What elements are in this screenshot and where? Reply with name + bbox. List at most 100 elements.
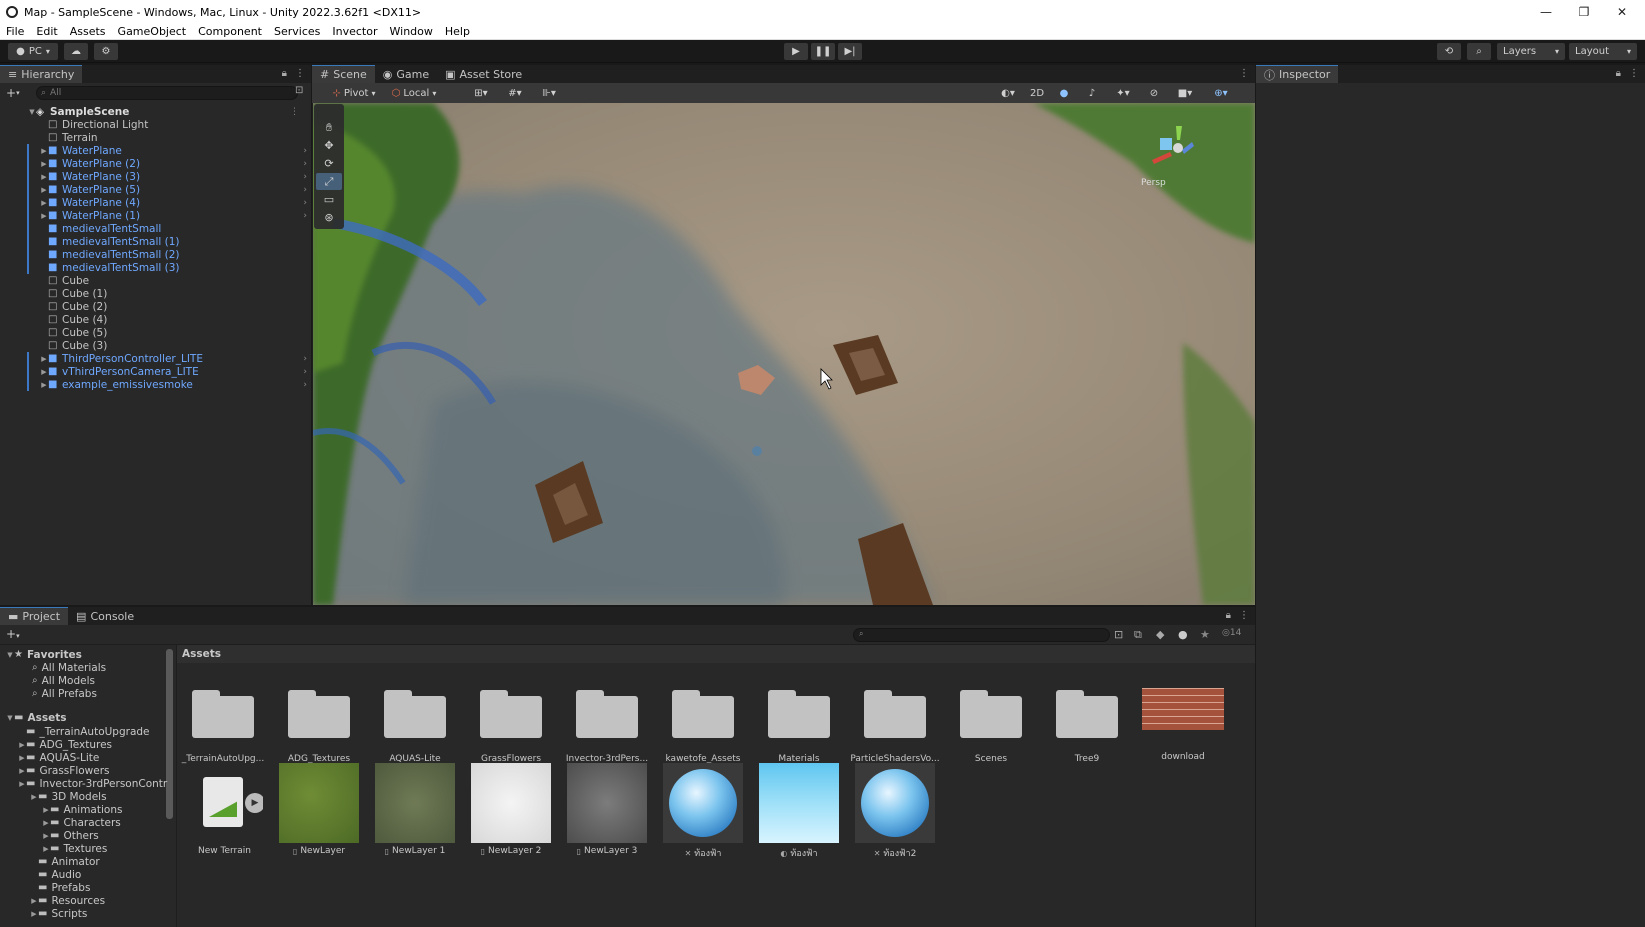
- tab-console[interactable]: ▤ Console: [68, 607, 142, 625]
- asset-item[interactable]: ✕ ท้องฟ้า2: [850, 763, 940, 860]
- scene-viewport[interactable]: Persp: [313, 103, 1255, 605]
- tab-project[interactable]: ▬ Project: [0, 607, 69, 625]
- menu-component[interactable]: Component: [192, 25, 268, 38]
- rotate-tool-button[interactable]: ⟳: [316, 155, 342, 172]
- expand-arrow-icon[interactable]: ▶: [30, 910, 38, 918]
- folder-tree-item[interactable]: ▶ ▬ ADG_Textures: [18, 738, 112, 751]
- folder-tree-item[interactable]: ▬ Animator: [30, 855, 100, 868]
- folder-tree-item[interactable]: ▶ ▬ Scripts: [30, 907, 87, 920]
- more-icon[interactable]: ⋮: [1239, 610, 1249, 621]
- hierarchy-item[interactable]: □ Cube (4): [0, 313, 311, 326]
- expand-arrow-icon[interactable]: ▶: [18, 754, 26, 762]
- chevron-right-icon[interactable]: ›: [303, 198, 307, 208]
- expand-arrow-icon[interactable]: ▼: [28, 108, 36, 116]
- rect-tool-button[interactable]: ▭: [316, 191, 342, 208]
- hierarchy-item[interactable]: ▶ ■ WaterPlane (4) ›: [0, 196, 311, 209]
- more-icon[interactable]: ⋮: [295, 68, 305, 79]
- hidden-packages-count[interactable]: ◎14: [1222, 628, 1241, 638]
- more-icon[interactable]: ⋮: [1239, 68, 1249, 79]
- folder-tree-item[interactable]: ▶ ▬ Invector-3rdPersonContr: [18, 777, 167, 790]
- 2d-toggle[interactable]: 2D: [1026, 85, 1048, 102]
- hierarchy-item[interactable]: ▶ ■ WaterPlane ›: [0, 144, 311, 157]
- tree-scrollbar[interactable]: [166, 649, 173, 819]
- asset-folder[interactable]: kawetofe_Assets: [658, 690, 748, 764]
- draw-mode-button[interactable]: ◐▾: [994, 85, 1022, 102]
- persp-label[interactable]: Persp: [1141, 178, 1166, 188]
- asset-item[interactable]: ◐ ท้องฟ้า: [754, 763, 844, 860]
- layout-dropdown[interactable]: Layout ▾: [1569, 43, 1637, 60]
- scale-tool-button[interactable]: ⤢: [316, 173, 342, 190]
- play-button[interactable]: ▶: [784, 43, 808, 60]
- menu-gameobject[interactable]: GameObject: [112, 25, 193, 38]
- folder-tree-item[interactable]: ▶ ▬ AQUAS-Lite: [18, 751, 99, 764]
- folder-tree-item[interactable]: ▶ ▬ Others: [42, 829, 98, 842]
- folder-tree-item[interactable]: ▶ ▬ Resources: [30, 894, 105, 907]
- hierarchy-item[interactable]: ■ medievalTentSmall (1): [0, 235, 311, 248]
- pivot-dropdown[interactable]: ⊹ Pivot ▾: [326, 85, 382, 102]
- lock-icon[interactable]: 🔒︎: [282, 68, 287, 79]
- expand-arrow-icon[interactable]: ▶: [40, 173, 48, 181]
- layers-dropdown[interactable]: Layers ▾: [1497, 43, 1565, 60]
- expand-arrow-icon[interactable]: ▶: [40, 147, 48, 155]
- expand-arrow-icon[interactable]: ▶: [40, 199, 48, 207]
- expand-arrow-icon[interactable]: ▶: [40, 160, 48, 168]
- menu-invector[interactable]: Invector: [326, 25, 383, 38]
- hierarchy-item[interactable]: ▶ ■ WaterPlane (3) ›: [0, 170, 311, 183]
- type-filter-icon[interactable]: ⧉: [1134, 628, 1142, 642]
- history-button[interactable]: ⟲: [1437, 43, 1461, 60]
- menu-file[interactable]: File: [0, 25, 30, 38]
- favorite-item[interactable]: ⌕ All Materials: [24, 661, 106, 674]
- cloud-button[interactable]: ☁: [64, 43, 88, 60]
- hierarchy-item[interactable]: ▶ ■ ThirdPersonController_LITE ›: [0, 352, 311, 365]
- asset-item[interactable]: ✕ ท้องฟ้า: [658, 763, 748, 860]
- hierarchy-item[interactable]: ▶ ■ WaterPlane (2) ›: [0, 157, 311, 170]
- lock-icon[interactable]: 🔒︎: [1616, 68, 1621, 79]
- folder-tree-item[interactable]: ▶ ▬ GrassFlowers: [18, 764, 109, 777]
- asset-item[interactable]: ▯ NewLayer 1: [370, 763, 460, 856]
- asset-folder[interactable]: GrassFlowers: [466, 690, 556, 764]
- gizmos-button[interactable]: ⊕▾: [1204, 85, 1238, 102]
- tab-asset-store[interactable]: ▣ Asset Store: [437, 65, 530, 83]
- expand-arrow-icon[interactable]: ▶: [30, 793, 38, 801]
- folder-tree-item[interactable]: ▶ ▬ Textures: [42, 842, 107, 855]
- chevron-right-icon[interactable]: ›: [303, 146, 307, 156]
- collab-button[interactable]: ⚙: [94, 43, 118, 60]
- tab-hierarchy[interactable]: ≡ Hierarchy: [0, 65, 83, 83]
- chevron-right-icon[interactable]: ›: [303, 380, 307, 390]
- audio-toggle[interactable]: ♪: [1080, 85, 1104, 102]
- lock-icon[interactable]: 🔒︎: [1226, 610, 1231, 621]
- hierarchy-item[interactable]: ▶ ■ vThirdPersonCamera_LITE ›: [0, 365, 311, 378]
- hierarchy-item[interactable]: ■ medievalTentSmall (2): [0, 248, 311, 261]
- grid-snap-button[interactable]: #▾: [500, 85, 530, 102]
- assets-root[interactable]: ▼ ▬ Assets: [6, 711, 66, 724]
- folder-tree-item[interactable]: ▬ Prefabs: [30, 881, 90, 894]
- favorite-item[interactable]: ⌕ All Prefabs: [24, 687, 97, 700]
- hierarchy-item[interactable]: □ Terrain: [0, 131, 311, 144]
- asset-item[interactable]: ▶ New Terrain: [178, 763, 268, 856]
- asset-download[interactable]: download: [1138, 688, 1228, 762]
- asset-folder[interactable]: Tree9: [1042, 690, 1132, 764]
- expand-arrow-icon[interactable]: ▶: [42, 832, 50, 840]
- hierarchy-item[interactable]: □ Directional Light: [0, 118, 311, 131]
- step-button[interactable]: ▶|: [838, 43, 862, 60]
- asset-folder[interactable]: Scenes: [946, 690, 1036, 764]
- more-icon[interactable]: ⋮: [290, 107, 299, 117]
- menu-help[interactable]: Help: [439, 25, 476, 38]
- platform-button[interactable]: ● PC ▾: [8, 43, 58, 60]
- snap-button[interactable]: ⊞▾: [466, 85, 496, 102]
- breadcrumb[interactable]: Assets: [177, 645, 1255, 663]
- move-tool-button[interactable]: ✥: [316, 137, 342, 154]
- chevron-right-icon[interactable]: ›: [303, 211, 307, 221]
- hierarchy-item[interactable]: □ Cube (5): [0, 326, 311, 339]
- expand-arrow-icon[interactable]: ▶: [40, 186, 48, 194]
- folder-tree-item[interactable]: ▬ _TerrainAutoUpgrade: [18, 725, 150, 738]
- project-add-button[interactable]: +▾: [6, 627, 20, 641]
- hierarchy-options-icon[interactable]: ⊡: [295, 85, 303, 96]
- pause-button[interactable]: ❚❚: [811, 43, 835, 60]
- lighting-toggle[interactable]: ●: [1052, 85, 1076, 102]
- folder-tree-item[interactable]: ▶ ▬ Characters: [42, 816, 120, 829]
- increment-snap-button[interactable]: ⊪▾: [534, 85, 564, 102]
- hierarchy-item[interactable]: ▶ ■ WaterPlane (5) ›: [0, 183, 311, 196]
- hierarchy-item[interactable]: □ Cube (3): [0, 339, 311, 352]
- expand-arrow-icon[interactable]: ▶: [40, 368, 48, 376]
